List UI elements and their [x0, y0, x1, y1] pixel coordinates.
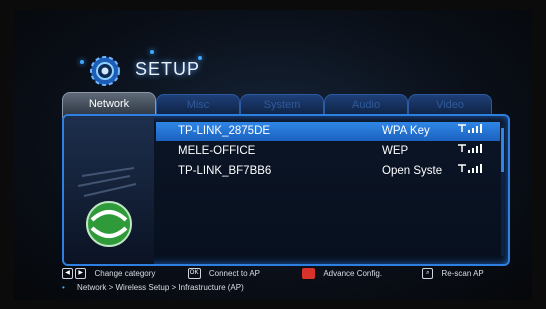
right-arrow-key-icon: ▶	[75, 268, 87, 279]
network-security: WPA Key	[382, 125, 430, 137]
sparkle-icon	[150, 50, 154, 54]
network-globe-icon	[64, 116, 154, 264]
red-key-icon	[302, 268, 316, 279]
wifi-signal-icon	[456, 162, 484, 181]
bullet-icon: •	[62, 283, 65, 292]
network-ssid: MELE-OFFICE	[178, 145, 256, 157]
footer-help: ◀ ▶ Change category OK Connect to AP Adv…	[62, 268, 484, 279]
tab-video[interactable]: Video	[408, 94, 492, 116]
left-arrow-key-icon: ◀	[62, 268, 73, 279]
sparkle-icon	[80, 60, 84, 64]
rescan-key-icon: ⌕	[422, 268, 434, 279]
gear-icon	[88, 54, 122, 88]
network-row[interactable]: MELE-OFFICE WEP	[156, 142, 500, 161]
list-scrollbar[interactable]	[501, 124, 504, 256]
change-category-hint: Change category	[94, 268, 156, 278]
breadcrumb-text: Network > Wireless Setup > Infrastructur…	[77, 283, 244, 292]
rescan-hint: Re-scan AP	[441, 268, 484, 278]
wifi-signal-icon	[456, 142, 484, 161]
page-title: SETUP	[135, 59, 201, 79]
network-row[interactable]: TP-LINK_2875DE WPA Key	[156, 122, 500, 141]
network-ssid: TP-LINK_2875DE	[178, 125, 271, 137]
tab-system[interactable]: System	[240, 94, 324, 116]
connect-hint: Connect to AP	[208, 268, 260, 278]
ok-key-icon: OK	[187, 268, 201, 279]
breadcrumb: • Network > Wireless Setup > Infrastruct…	[62, 283, 244, 292]
wifi-signal-icon	[456, 122, 484, 141]
advance-config-hint: Advance Config.	[323, 268, 383, 278]
network-security: WEP	[382, 145, 409, 157]
tab-misc[interactable]: Misc	[156, 94, 240, 116]
network-ssid: TP-LINK_BF7BB6	[178, 165, 272, 177]
network-security: Open Syste	[382, 165, 443, 177]
tab-audio[interactable]: Audio	[324, 94, 408, 116]
scrollbar-thumb[interactable]	[501, 128, 504, 172]
network-row[interactable]: TP-LINK_BF7BB6 Open Syste	[156, 162, 500, 181]
network-list-panel: TP-LINK_2875DE WPA Key MELE-OFFICE WEP T…	[62, 114, 510, 266]
